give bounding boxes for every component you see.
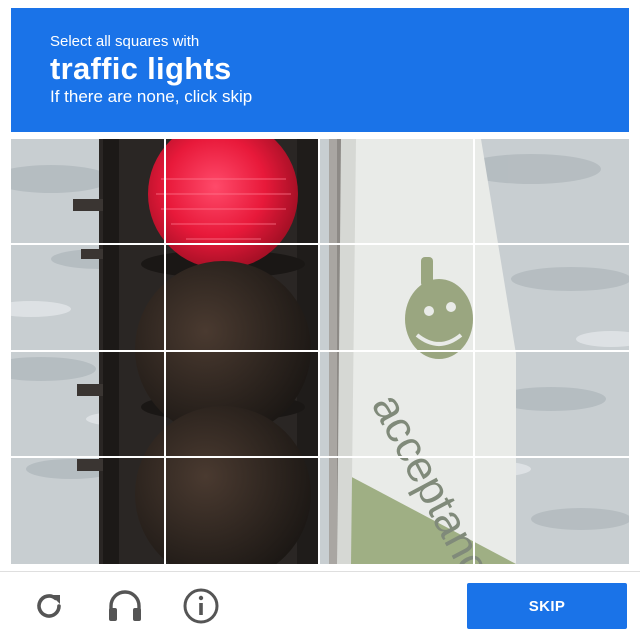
image-tile-r1-c4[interactable]	[474, 139, 629, 246]
image-tile-r4-c3[interactable]	[320, 457, 475, 564]
image-tile-r1-c2[interactable]	[165, 139, 320, 246]
headphones-icon[interactable]	[105, 586, 145, 626]
reload-icon[interactable]	[29, 586, 69, 626]
challenge-image-grid: acceptance	[11, 139, 629, 564]
image-tile-r3-c4[interactable]	[474, 352, 629, 458]
image-tile-r2-c3[interactable]	[320, 245, 475, 352]
skip-button[interactable]: SKIP	[467, 583, 627, 629]
tile-grid	[11, 139, 629, 564]
image-tile-r1-c3[interactable]	[320, 139, 475, 246]
image-tile-r4-c2[interactable]	[166, 457, 320, 564]
image-tile-r2-c4[interactable]	[474, 245, 629, 352]
target-object-label: traffic lights	[50, 51, 232, 86]
image-tile-r3-c1[interactable]	[11, 351, 166, 458]
image-tile-r2-c2[interactable]	[165, 245, 320, 352]
footer-divider	[0, 571, 640, 572]
instruction-suffix: If there are none, click skip	[50, 87, 253, 106]
challenge-header: Select all squares with traffic lights I…	[11, 8, 629, 132]
image-tile-r3-c3[interactable]	[320, 351, 475, 458]
image-tile-r4-c4[interactable]	[475, 458, 630, 564]
image-tile-r4-c1[interactable]	[11, 457, 166, 564]
image-tile-r1-c1[interactable]	[11, 139, 166, 246]
instruction-prefix: Select all squares with	[50, 33, 200, 50]
image-tile-r3-c2[interactable]	[165, 351, 320, 458]
info-icon[interactable]	[181, 586, 221, 626]
image-tile-r2-c1[interactable]	[11, 245, 166, 352]
